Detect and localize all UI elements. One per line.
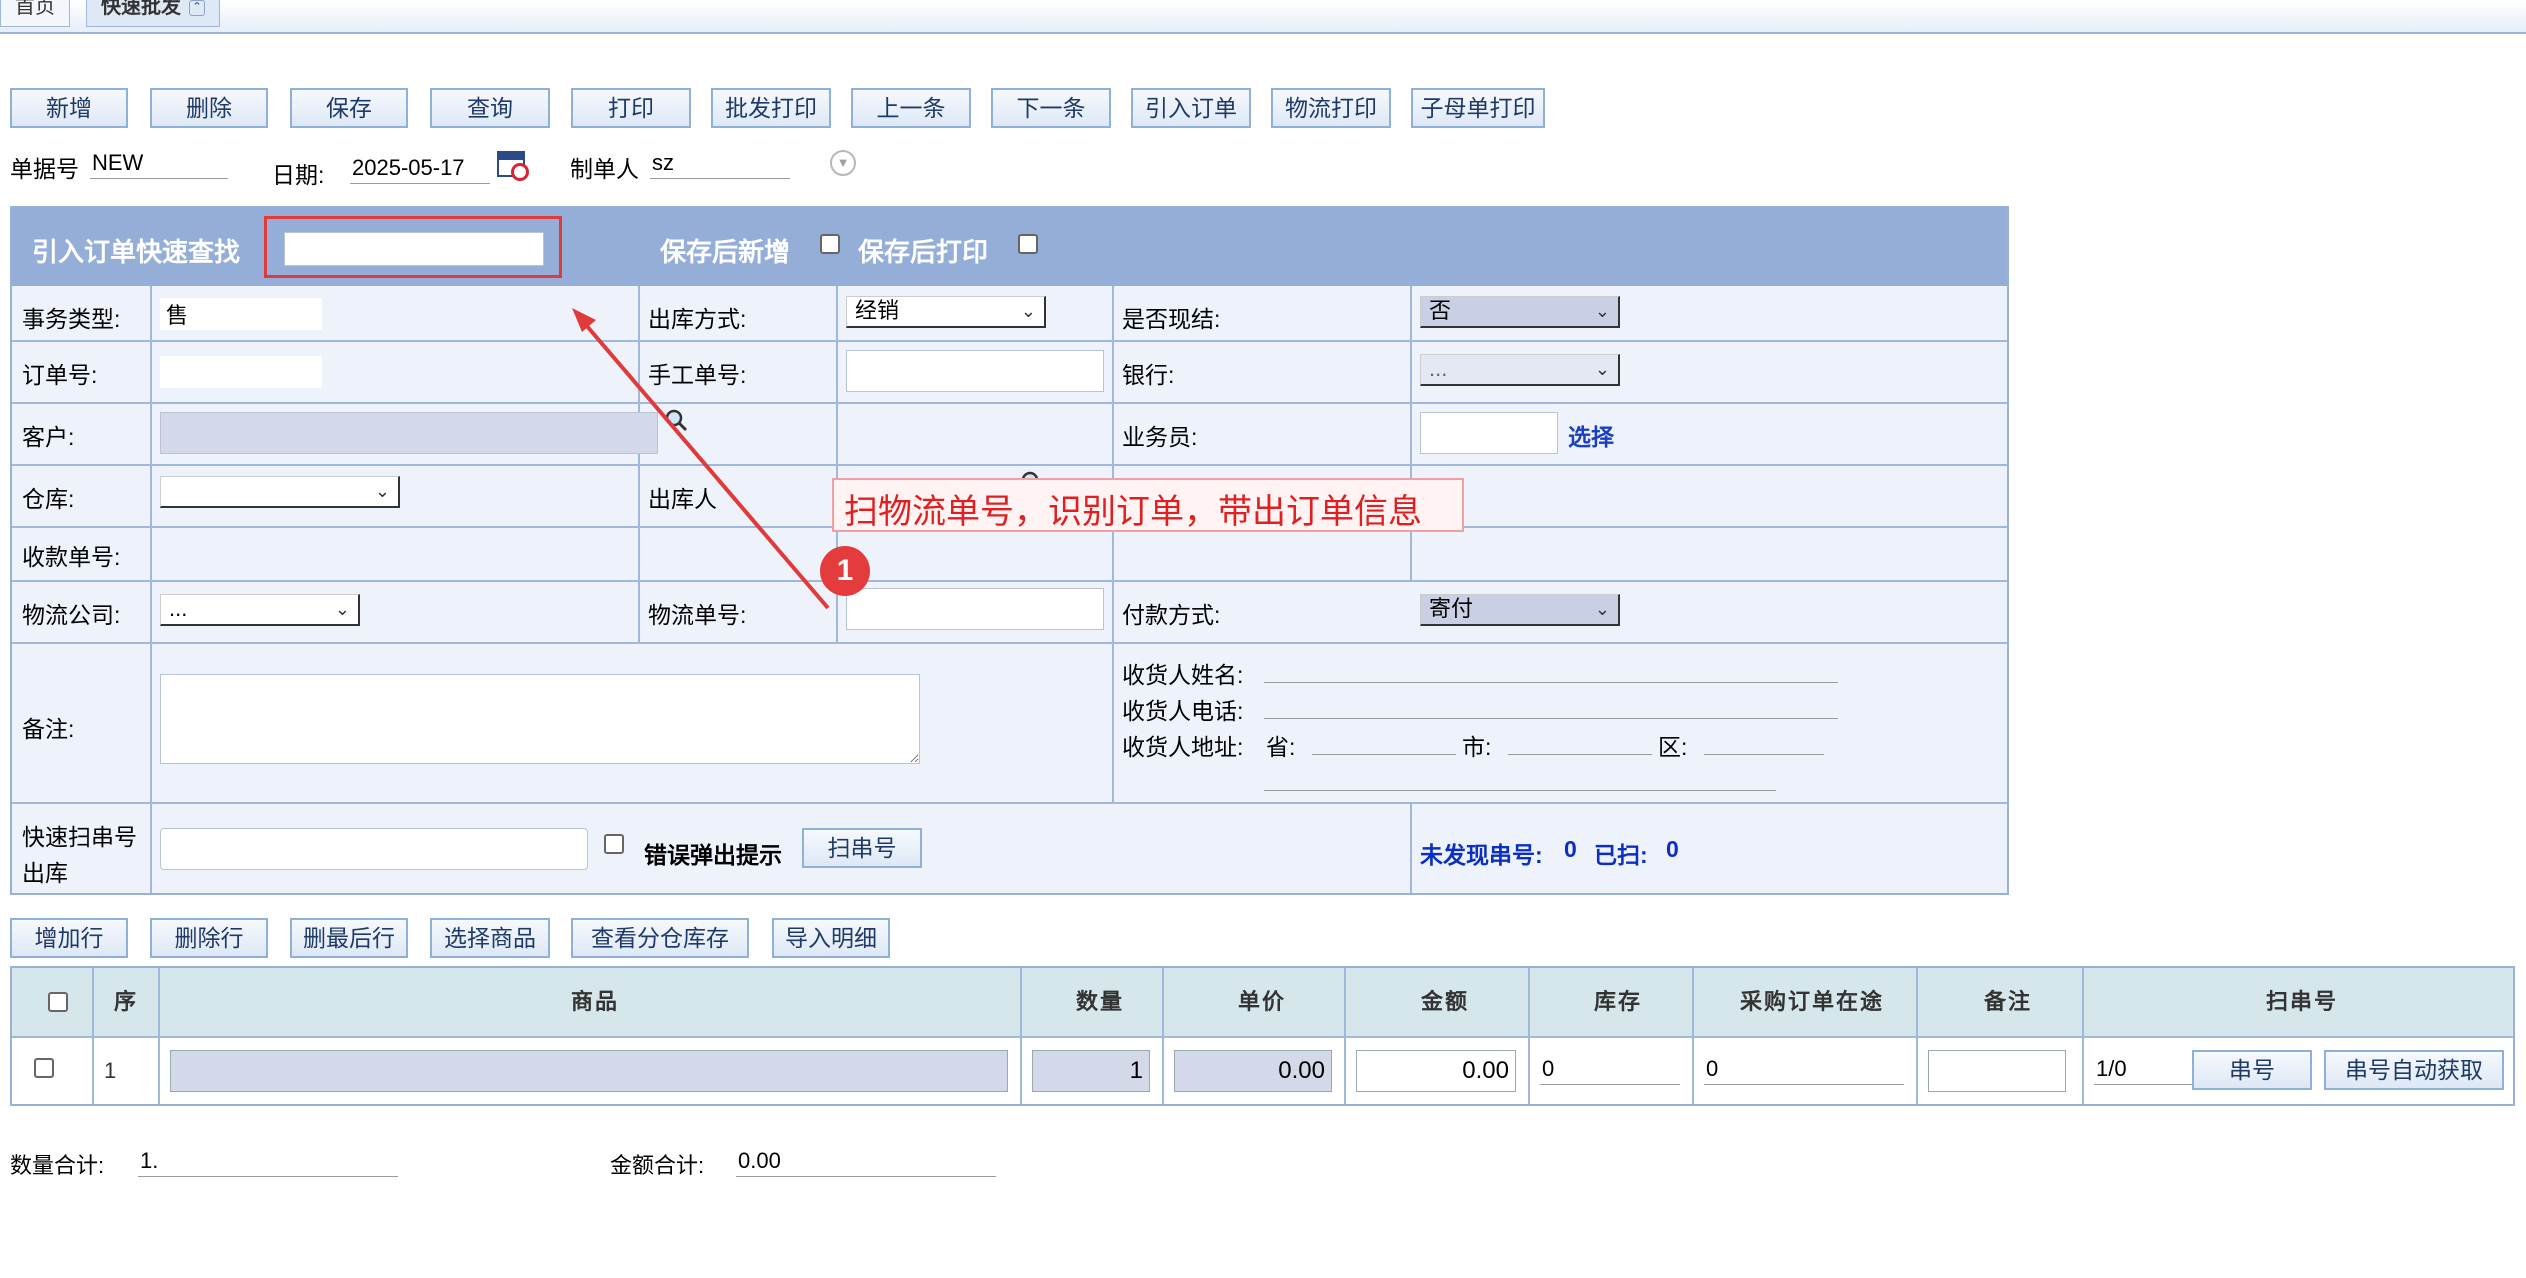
- row-transit-field[interactable]: [1704, 1054, 1904, 1085]
- col-stock: 库存: [1593, 989, 1642, 1014]
- row-checkbox[interactable]: [34, 1058, 54, 1078]
- row-price-field[interactable]: [1174, 1050, 1332, 1092]
- annotation-badge: 1: [820, 546, 870, 596]
- col-price: 单价: [1237, 989, 1286, 1014]
- col-serial: 扫串号: [2265, 989, 2338, 1014]
- row-seq: 1: [104, 1058, 117, 1083]
- row-stock-field[interactable]: [1540, 1054, 1680, 1085]
- annotation-callout: 扫物流单号，识别订单，带出订单信息: [832, 478, 1464, 532]
- col-amount: 金额: [1420, 989, 1469, 1014]
- col-qty: 数量: [1075, 989, 1124, 1014]
- amount-total-field[interactable]: [736, 1146, 996, 1177]
- detail-grid: 序 商品 数量 单价 金额 库存 采购订单在途 备注 扫串号 1 串号 串号自动…: [10, 966, 2515, 1106]
- col-seq: 序: [113, 989, 138, 1014]
- row-product-field[interactable]: [170, 1050, 1008, 1092]
- row-serial-field[interactable]: [2094, 1054, 2194, 1085]
- add-row-button[interactable]: 增加行: [10, 918, 128, 958]
- view-warehouse-stock-button[interactable]: 查看分仓库存: [571, 918, 749, 958]
- row-remark-field[interactable]: [1928, 1050, 2066, 1092]
- row-qty-field[interactable]: [1032, 1050, 1150, 1092]
- col-product: 商品: [570, 989, 619, 1014]
- row-serial-auto-button[interactable]: 串号自动获取: [2324, 1050, 2504, 1090]
- row-amount-field[interactable]: [1356, 1050, 1516, 1092]
- delete-row-button[interactable]: 删除行: [150, 918, 268, 958]
- select-all-checkbox[interactable]: [48, 992, 68, 1012]
- row-serial-button[interactable]: 串号: [2192, 1050, 2312, 1090]
- amount-total-label: 金额合计:: [610, 1153, 705, 1178]
- grid-header: 序 商品 数量 单价 金额 库存 采购订单在途 备注 扫串号: [12, 968, 2513, 1036]
- qty-total-label: 数量合计:: [10, 1153, 105, 1178]
- delete-last-row-button[interactable]: 删最后行: [290, 918, 408, 958]
- col-transit: 采购订单在途: [1739, 989, 1884, 1014]
- import-detail-button[interactable]: 导入明细: [772, 918, 890, 958]
- select-product-button[interactable]: 选择商品: [430, 918, 550, 958]
- qty-total-field[interactable]: [138, 1146, 398, 1177]
- col-remark: 备注: [1983, 989, 2032, 1014]
